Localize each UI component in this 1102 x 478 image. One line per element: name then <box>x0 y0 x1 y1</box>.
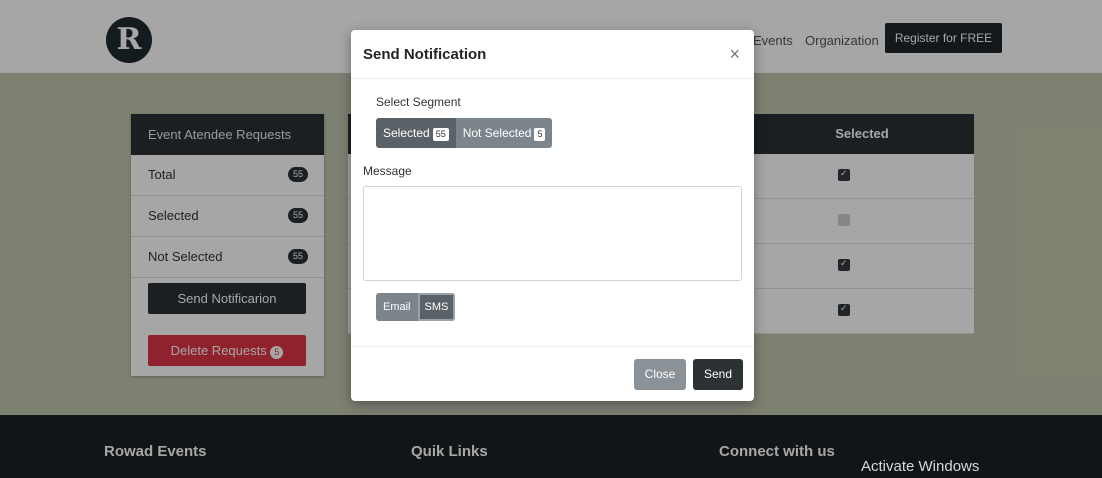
close-button[interactable]: Close <box>634 359 686 390</box>
segment-not-selected-label: Not Selected <box>462 126 532 140</box>
segment-selected-button[interactable]: Selected 55 <box>376 118 456 148</box>
segment-not-selected-button[interactable]: Not Selected 5 <box>455 118 553 148</box>
segment-selected-count: 55 <box>432 128 449 141</box>
modal-title: Send Notification <box>363 46 487 63</box>
message-label: Message <box>363 164 412 178</box>
message-textarea[interactable] <box>363 186 742 281</box>
activate-windows-watermark: Activate Windows <box>861 458 980 475</box>
segment-selected-label: Selected <box>383 126 430 140</box>
close-icon[interactable]: × <box>729 45 740 63</box>
channel-sms-button[interactable]: SMS <box>417 293 456 321</box>
channel-email-button[interactable]: Email <box>376 293 418 321</box>
segment-label: Select Segment <box>376 95 461 109</box>
send-button[interactable]: Send <box>693 359 743 390</box>
modal-footer: Close Send <box>351 346 754 402</box>
segment-toggle: Selected 55 Not Selected 5 <box>376 118 553 148</box>
modal-header: Send Notification × <box>351 30 754 79</box>
channel-toggle: Email SMS <box>376 293 456 321</box>
send-notification-modal: Send Notification × Select Segment Selec… <box>351 30 754 401</box>
segment-not-selected-count: 5 <box>534 128 546 141</box>
